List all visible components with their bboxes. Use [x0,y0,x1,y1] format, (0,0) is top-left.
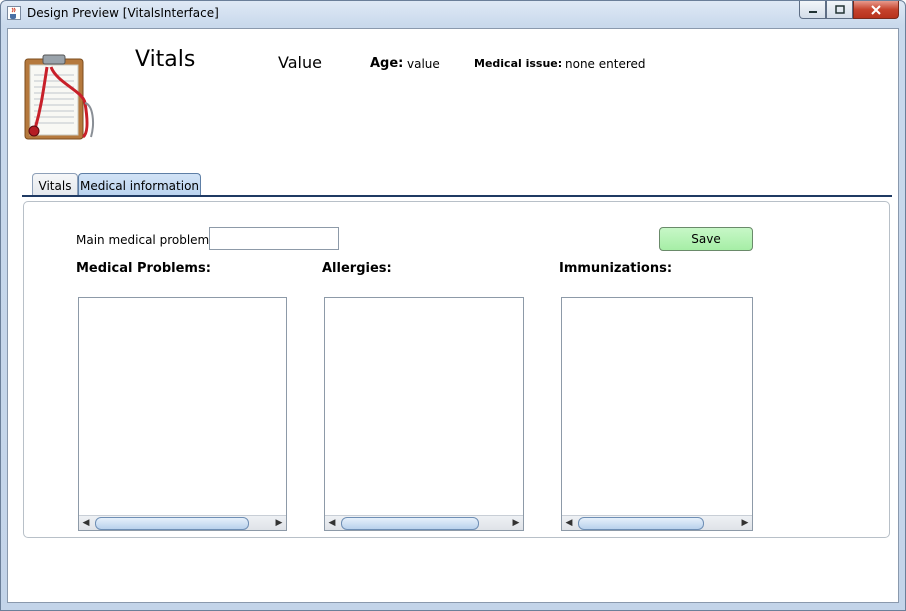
medical-problems-title: Medical Problems: [76,261,211,276]
app-window: Design Preview [VitalsInterface] Vitals … [0,0,906,611]
main-medical-problem-label: Main medical problem: [76,233,214,247]
scroll-thumb[interactable] [341,517,479,530]
clipboard-stethoscope-icon [24,54,94,140]
window-title: Design Preview [VitalsInterface] [27,6,219,20]
scroll-thumb[interactable] [578,517,704,530]
scroll-right-icon[interactable]: ▶ [738,516,752,530]
medical-issue-value: none entered [565,57,646,71]
immunizations-title: Immunizations: [559,261,673,276]
tab-divider [22,195,892,197]
value-label: Value [278,53,322,72]
age-value: value [407,57,440,71]
horizontal-scrollbar[interactable]: ◀ ▶ [562,515,752,530]
scroll-left-icon[interactable]: ◀ [79,516,93,530]
close-icon [871,4,881,15]
page-title: Vitals [135,47,196,72]
maximize-icon [834,5,845,14]
age-label: Age: [370,56,404,71]
content-area: Vitals Value Age: value Medical issue: n… [7,28,899,603]
close-button[interactable] [853,1,899,19]
scroll-left-icon[interactable]: ◀ [562,516,576,530]
title-bar[interactable]: Design Preview [VitalsInterface] [1,1,905,27]
immunizations-list[interactable]: ◀ ▶ [561,297,753,531]
medical-issue-label: Medical issue: [474,57,563,70]
scroll-left-icon[interactable]: ◀ [325,516,339,530]
allergies-title: Allergies: [322,261,392,276]
save-button[interactable]: Save [659,227,753,251]
java-cup-icon [7,6,21,20]
tab-vitals[interactable]: Vitals [32,173,78,197]
tab-medical-information[interactable]: Medical information [78,173,201,197]
maximize-button[interactable] [826,1,853,19]
horizontal-scrollbar[interactable]: ◀ ▶ [79,515,286,530]
horizontal-scrollbar[interactable]: ◀ ▶ [325,515,523,530]
minimize-icon [808,10,817,13]
allergies-list[interactable]: ◀ ▶ [324,297,524,531]
scroll-right-icon[interactable]: ▶ [272,516,286,530]
main-medical-problem-input[interactable] [209,227,339,250]
scroll-right-icon[interactable]: ▶ [509,516,523,530]
minimize-button[interactable] [799,1,826,19]
scroll-thumb[interactable] [95,517,249,530]
medical-problems-list[interactable]: ◀ ▶ [78,297,287,531]
